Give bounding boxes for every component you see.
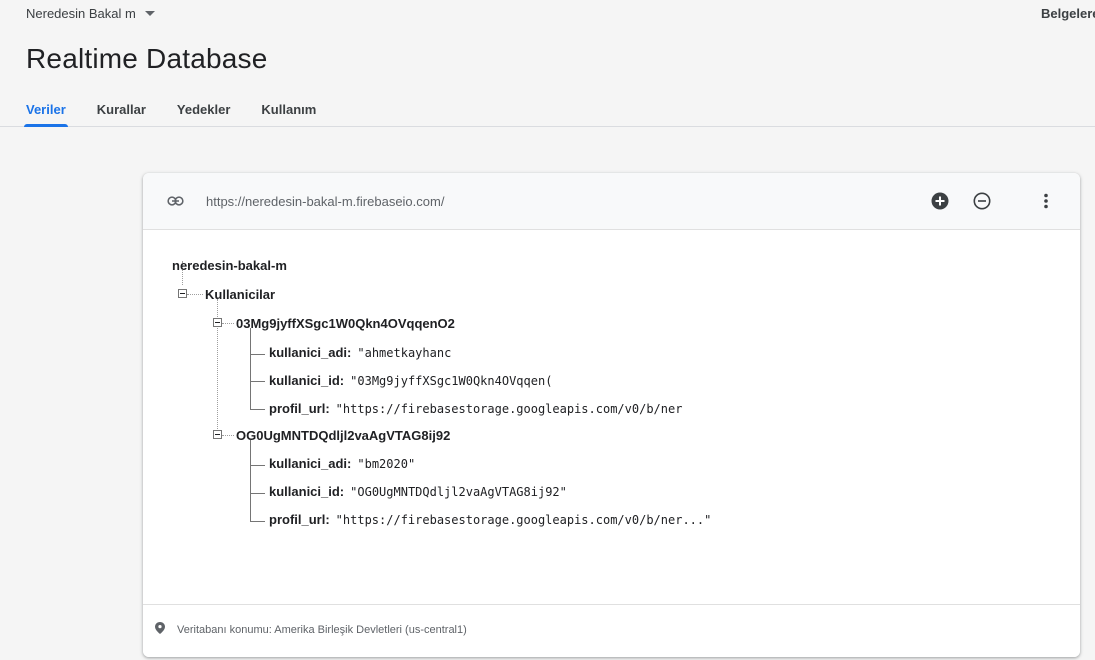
project-selector[interactable]: Neredesin Bakal m	[26, 6, 155, 21]
field-key: kullanici_adi:	[269, 345, 352, 360]
database-footer: Veritabanı konumu: Amerika Birleşik Devl…	[143, 604, 1080, 657]
tree-connector	[250, 328, 251, 410]
tree-connector	[187, 294, 203, 295]
field-value: "https://firebasestorage.googleapis.com/…	[335, 402, 683, 416]
database-toolbar: https://neredesin-bakal-m.firebaseio.com…	[143, 173, 1080, 230]
field-value: "03Mg9jyffXSgc1W0Qkn4OVqqen(	[350, 374, 553, 388]
tree-leaf[interactable]: kullanici_adi: "ahmetkayhanc	[269, 345, 451, 360]
field-value: "https://firebasestorage.googleapis.com/…	[335, 513, 712, 527]
tree-leaf[interactable]: profil_url: "https://firebasestorage.goog…	[269, 512, 711, 527]
tree-connector	[250, 465, 265, 466]
tree-leaf[interactable]: kullanici_adi: "bm2020"	[269, 456, 415, 471]
field-value: "bm2020"	[357, 457, 416, 471]
link-icon	[167, 196, 184, 206]
tree-leaf[interactable]: kullanici_id: "03Mg9jyffXSgc1W0Qkn4OVqqen…	[269, 373, 552, 388]
tree-connector	[250, 521, 265, 522]
tree-connector	[250, 409, 265, 410]
tab-data[interactable]: Veriler	[24, 98, 68, 127]
tab-usage[interactable]: Kullanım	[261, 98, 316, 127]
tree-connector	[222, 435, 234, 436]
project-name: Neredesin Bakal m	[26, 6, 136, 21]
tree-leaf[interactable]: profil_url: "https://firebasestorage.goog…	[269, 401, 682, 416]
field-key: kullanici_id:	[269, 484, 345, 499]
remove-circle-icon[interactable]	[973, 192, 991, 210]
tree-connector	[250, 493, 265, 494]
tree-connector	[250, 354, 265, 355]
database-location: Veritabanı konumu: Amerika Birleşik Devl…	[177, 624, 467, 636]
field-value: "ahmetkayhanc	[357, 346, 452, 360]
field-key: kullanici_adi:	[269, 456, 352, 471]
database-card: https://neredesin-bakal-m.firebaseio.com…	[143, 173, 1080, 657]
tree-node-key[interactable]: OG0UgMNTDQdljl2vaAgVTAG8ij92	[236, 428, 450, 443]
tree-connector	[250, 381, 265, 382]
page-header: Neredesin Bakal m Belgelere Realtime Dat…	[0, 0, 1095, 127]
page-title: Realtime Database	[26, 43, 268, 74]
tab-rules[interactable]: Kurallar	[97, 98, 146, 127]
collapse-toggle[interactable]	[213, 430, 222, 439]
field-key: profil_url:	[269, 401, 330, 416]
tree-leaf[interactable]: kullanici_id: "OG0UgMNTDQdljl2vaAgVTAG8ij…	[269, 484, 567, 499]
tree-node-key[interactable]: 03Mg9jyffXSgc1W0Qkn4OVqqenO2	[236, 316, 455, 331]
docs-link[interactable]: Belgelere	[1041, 6, 1095, 21]
tab-bar: Veriler Kurallar Yedekler Kullanım	[24, 98, 347, 127]
field-value: "OG0UgMNTDQdljl2vaAgVTAG8ij92"	[350, 485, 567, 499]
tab-backups[interactable]: Yedekler	[177, 98, 231, 127]
field-key: profil_url:	[269, 512, 330, 527]
tree-connector	[222, 323, 234, 324]
location-pin-icon	[155, 622, 165, 634]
database-url[interactable]: https://neredesin-bakal-m.firebaseio.com…	[206, 194, 444, 209]
tree-connector	[250, 440, 251, 522]
data-tree: neredesin-bakal-m Kullanicilar 03Mg9jyff…	[143, 230, 1080, 604]
tree-root-key[interactable]: neredesin-bakal-m	[172, 258, 287, 273]
field-key: kullanici_id:	[269, 373, 345, 388]
collapse-toggle[interactable]	[213, 318, 222, 327]
collapse-toggle[interactable]	[178, 289, 187, 298]
chevron-down-icon	[144, 11, 155, 16]
add-circle-icon[interactable]	[931, 192, 949, 210]
tree-node-key[interactable]: Kullanicilar	[205, 287, 275, 302]
more-vert-icon[interactable]	[1037, 192, 1055, 210]
